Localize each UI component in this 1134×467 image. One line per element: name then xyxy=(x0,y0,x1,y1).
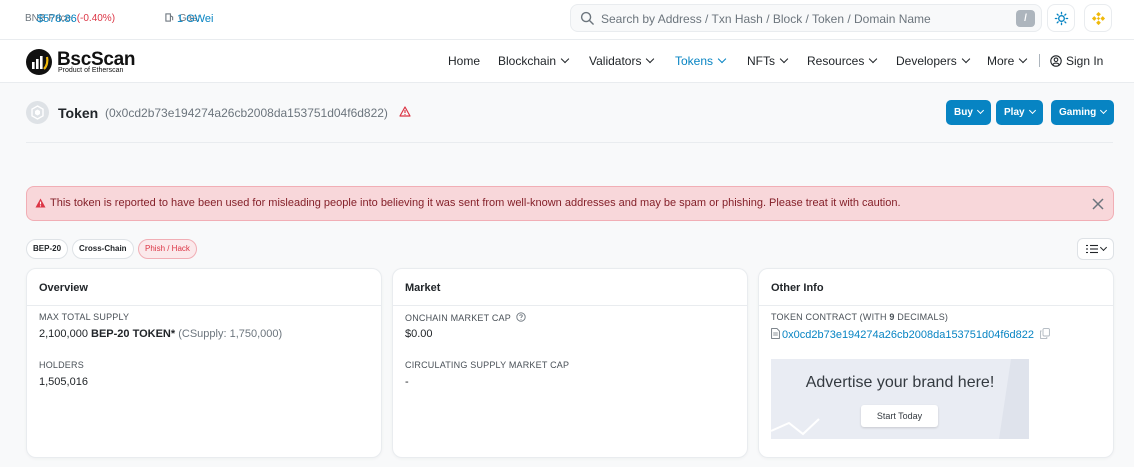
market-cap-label: ONCHAIN MARKET CAP xyxy=(405,312,526,323)
badge-phish-hack[interactable]: Phish / Hack xyxy=(138,239,197,259)
max-supply-label: MAX TOTAL SUPPLY xyxy=(39,312,130,322)
card-divider xyxy=(393,305,747,306)
search-input[interactable] xyxy=(601,9,1001,28)
list-filter-icon xyxy=(1086,244,1098,254)
chevron-down-icon xyxy=(1099,243,1108,252)
price-change: (-0.40%) xyxy=(76,13,116,24)
chevron-down-icon xyxy=(961,54,970,64)
header-divider xyxy=(26,142,1113,143)
phishing-alert: This token is reported to have been used… xyxy=(26,186,1114,221)
price-value[interactable]: $578.86 xyxy=(37,13,77,25)
badge-bep20[interactable]: BEP-20 xyxy=(26,239,69,259)
buy-dropdown-button[interactable]: Buy xyxy=(946,100,991,125)
nav-sign-in[interactable]: Sign In xyxy=(1050,54,1103,68)
circulating-cap-value: - xyxy=(405,376,409,388)
search-shortcut-key: / xyxy=(1016,10,1035,27)
search-icon xyxy=(580,11,594,25)
warning-triangle-icon xyxy=(35,198,46,208)
market-card: Market ONCHAIN MARKET CAP $0.00 CIRCULAT… xyxy=(392,268,748,458)
max-supply-value: 2,100,000 BEP-20 TOKEN* (CSupply: 1,750,… xyxy=(39,328,283,340)
market-cap-value: $0.00 xyxy=(405,328,433,340)
chevron-down-icon xyxy=(560,54,570,64)
card-divider xyxy=(27,305,381,306)
advertisement-banner[interactable]: Advertise your brand here! Start Today xyxy=(771,359,1029,439)
token-contract-row: 0x0cd2b73e194274a26cb2008da153751d04f6d8… xyxy=(771,328,1050,341)
nav-home[interactable]: Home xyxy=(448,54,480,68)
nav-developers[interactable]: Developers xyxy=(896,54,970,68)
nav-blockchain[interactable]: Blockchain xyxy=(498,54,570,68)
warning-triangle-icon[interactable] xyxy=(399,106,411,117)
top-bar: BNB Price: $578.86 (-0.40%) Gas: 1 GWei … xyxy=(0,0,1134,40)
play-dropdown-button[interactable]: Play xyxy=(996,100,1043,125)
bnb-price: BNB Price: $578.86 (-0.40%) xyxy=(25,13,116,25)
token-contract-label: TOKEN CONTRACT (WITH 9 DECIMALS) xyxy=(771,312,949,322)
more-options-button[interactable] xyxy=(1077,238,1114,260)
copy-icon[interactable] xyxy=(1040,328,1050,339)
token-logo-icon xyxy=(26,101,49,124)
holders-value[interactable]: 1,505,016 xyxy=(39,376,88,388)
main-navbar: BscScan Product of Etherscan Home Blockc… xyxy=(0,40,1134,83)
brand-subtitle: Product of Etherscan xyxy=(58,67,124,74)
chevron-down-icon xyxy=(1019,54,1028,64)
bscscan-logo-icon[interactable] xyxy=(25,48,53,76)
token-address-header: (0x0cd2b73e194274a26cb2008da153751d04f6d… xyxy=(105,106,388,120)
token-contract-link[interactable]: 0x0cd2b73e194274a26cb2008da153751d04f6d8… xyxy=(782,329,1034,341)
gas-value[interactable]: 1 GWei xyxy=(177,13,213,25)
nav-nfts[interactable]: NFTs xyxy=(747,54,789,68)
nav-resources[interactable]: Resources xyxy=(807,54,878,68)
network-switch-button[interactable] xyxy=(1084,4,1112,32)
chevron-down-icon xyxy=(1100,106,1108,115)
chevron-down-icon xyxy=(1028,106,1036,115)
card-divider xyxy=(759,305,1113,306)
close-icon[interactable] xyxy=(1090,196,1106,212)
gaming-dropdown-button[interactable]: Gaming xyxy=(1051,100,1115,125)
nav-more[interactable]: More xyxy=(987,54,1028,68)
chevron-down-icon xyxy=(646,54,655,64)
card-title: Other Info xyxy=(771,282,824,294)
card-title: Overview xyxy=(39,282,88,294)
nav-validators[interactable]: Validators xyxy=(589,54,655,68)
help-circle-icon[interactable] xyxy=(515,312,526,322)
search-box[interactable]: / xyxy=(570,4,1042,32)
chevron-down-icon xyxy=(976,106,984,115)
alert-message: This token is reported to have been used… xyxy=(50,197,901,209)
chevron-down-icon xyxy=(779,54,789,64)
gas-price: Gas: 1 GWei xyxy=(165,13,213,25)
page-title: Token xyxy=(58,105,99,121)
chevron-down-icon xyxy=(869,54,878,64)
nav-divider xyxy=(1039,54,1040,67)
start-today-button[interactable]: Start Today xyxy=(861,405,938,427)
holders-label: HOLDERS xyxy=(39,360,84,370)
file-contract-icon xyxy=(771,328,780,339)
nav-tokens[interactable]: Tokens xyxy=(675,54,727,68)
chevron-down-icon xyxy=(717,54,727,64)
gas-pump-icon xyxy=(165,13,174,22)
bnb-logo-icon xyxy=(1091,11,1106,26)
user-circle-icon xyxy=(1050,55,1062,67)
badge-cross-chain[interactable]: Cross-Chain xyxy=(72,239,134,259)
ad-headline: Advertise your brand here! xyxy=(805,374,995,391)
overview-card: Overview MAX TOTAL SUPPLY 2,100,000 BEP-… xyxy=(26,268,382,458)
card-title: Market xyxy=(405,282,441,294)
other-info-card: Other Info TOKEN CONTRACT (WITH 9 DECIMA… xyxy=(758,268,1114,458)
circulating-cap-label: CIRCULATING SUPPLY MARKET CAP xyxy=(405,360,570,370)
ad-decoration xyxy=(771,359,1029,439)
sun-icon xyxy=(1054,11,1069,26)
theme-toggle-button[interactable] xyxy=(1047,4,1075,32)
